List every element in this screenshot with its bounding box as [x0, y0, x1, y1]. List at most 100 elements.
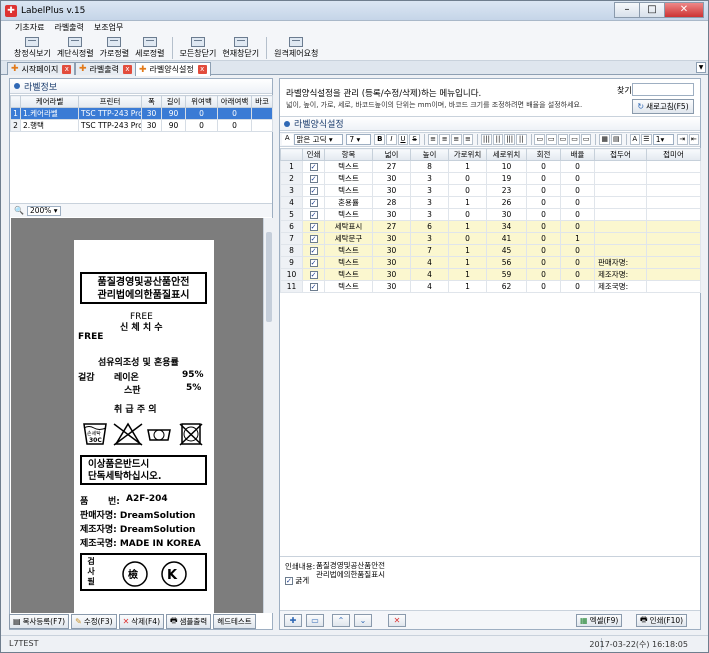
print-content-text[interactable]: 품질경영및공산품안전 관리법에의한품질표시 — [316, 561, 385, 579]
italic-button[interactable]: I — [386, 134, 397, 145]
font-size-select[interactable]: 7 ▾ — [346, 134, 372, 145]
checkbox-checked-icon[interactable]: ✓ — [309, 247, 318, 255]
col-print[interactable]: 인쇄 — [302, 148, 325, 161]
table-row[interactable]: 6 ✓ 세탁표시 27 6 1 34 0 0 — [280, 220, 701, 233]
excel-button[interactable]: ▦ 엑셀(F9) — [576, 614, 623, 627]
col-rotation[interactable]: 회전 — [526, 148, 561, 161]
layout-4-icon[interactable]: ▭ — [569, 134, 580, 145]
maximize-button[interactable]: □ — [639, 2, 665, 18]
col-y-pos[interactable]: 세로위치 — [486, 148, 527, 161]
col-bottom-margin[interactable]: 아래여백 — [217, 95, 252, 108]
copy-register-button[interactable]: ▤ 복사등록(F7) — [9, 614, 70, 629]
barcode-3-icon[interactable]: ||| — [504, 134, 515, 145]
line-icon[interactable]: ☰ — [641, 134, 652, 145]
delete-button[interactable]: ✕ 삭제(F4) — [118, 614, 165, 629]
text-style-icon[interactable]: A — [629, 134, 641, 145]
col-item[interactable]: 항목 — [324, 148, 373, 161]
barcode-2-icon[interactable]: || — [492, 134, 504, 145]
checkbox-checked-icon[interactable]: ✓ — [309, 223, 318, 231]
layout-3-icon[interactable]: ▭ — [557, 134, 569, 145]
print-checkbox[interactable]: ✓ — [302, 256, 325, 269]
col-barcode[interactable]: 바코 — [251, 95, 273, 108]
print-checkbox[interactable]: ✓ — [302, 208, 325, 221]
checkbox-checked-icon[interactable]: ✓ — [309, 175, 318, 183]
checkbox-checked-icon[interactable]: ✓ — [309, 283, 318, 291]
table-row[interactable]: 5 ✓ 텍스트 30 3 0 30 0 0 — [280, 208, 701, 221]
close-tab-icon[interactable]: x — [197, 65, 207, 74]
col-suffix[interactable]: 접미어 — [646, 148, 701, 161]
bold-checkbox[interactable]: ✓ 굵게 — [285, 575, 309, 586]
print-checkbox[interactable]: ✓ — [302, 196, 325, 209]
add-row-button[interactable]: ✚ — [284, 614, 302, 627]
print-checkbox[interactable]: ✓ — [302, 244, 325, 257]
checkbox-checked-icon[interactable]: ✓ — [309, 187, 318, 195]
print-checkbox[interactable]: ✓ — [302, 172, 325, 185]
cascade-button[interactable]: 계단식정렬 — [54, 35, 97, 61]
table-row[interactable]: 2 ✓ 텍스트 30 3 0 19 0 0 — [280, 172, 701, 185]
close-all-button[interactable]: 모든창닫기 — [177, 35, 220, 61]
col-top-margin[interactable]: 위여백 — [185, 95, 218, 108]
checkbox-checked-icon[interactable]: ✓ — [309, 259, 318, 267]
col-care-label[interactable]: 케어라벨 — [20, 95, 79, 108]
bold-button[interactable]: B — [374, 134, 386, 145]
move-up-button[interactable]: ⌃ — [332, 614, 350, 627]
table-row[interactable]: 10 ✓ 텍스트 30 4 1 59 0 0 제조자명: — [280, 268, 701, 281]
table-row[interactable]: 3 ✓ 텍스트 30 3 0 23 0 0 — [280, 184, 701, 197]
checkbox-checked-icon[interactable]: ✓ — [309, 235, 318, 243]
tab-label-print[interactable]: ✚ 라벨출력 x — [75, 62, 136, 75]
barcode-icon[interactable]: ||| — [481, 134, 492, 145]
col-width[interactable]: 넓이 — [372, 148, 411, 161]
align-left-icon[interactable]: ≡ — [427, 134, 439, 145]
font-select[interactable]: 맑은 고딕 ▾ — [293, 134, 344, 145]
align-right-icon[interactable]: ≡ — [450, 134, 462, 145]
col-width[interactable]: 폭 — [141, 95, 162, 108]
table-row[interactable]: 11 ✓ 텍스트 30 4 1 62 0 0 제조국명: — [280, 280, 701, 293]
tab-start-page[interactable]: ✚ 시작페이지 x — [7, 62, 76, 75]
scale-select[interactable]: 1 ▾ — [652, 134, 674, 145]
print-checkbox[interactable]: ✓ — [302, 184, 325, 197]
checkbox-checked-icon[interactable]: ✓ — [285, 576, 293, 585]
print-checkbox[interactable]: ✓ — [302, 220, 325, 233]
layout-5-icon[interactable]: ▭ — [580, 134, 592, 145]
print-checkbox[interactable]: ✓ — [302, 232, 325, 245]
align-justify-icon[interactable]: ≡ — [462, 134, 474, 145]
print-checkbox[interactable]: ✓ — [302, 280, 325, 293]
strike-button[interactable]: S — [409, 134, 420, 145]
tile-horizontal-button[interactable]: 가로정렬 — [97, 35, 132, 61]
grid-icon[interactable]: ▦ — [599, 134, 610, 145]
close-tab-icon[interactable]: x — [123, 64, 132, 74]
window-normal-button[interactable]: 창정식보기 — [11, 35, 54, 61]
col-x-pos[interactable]: 가로위치 — [448, 148, 487, 161]
layout-1-icon[interactable]: ▭ — [534, 134, 546, 145]
table-row[interactable]: 7 ✓ 세탁문구 30 3 0 41 0 1 — [280, 232, 701, 245]
zoom-select[interactable]: 200% ▾ — [26, 205, 61, 216]
table-row[interactable]: 4 ✓ 혼용률 28 3 1 26 0 0 — [280, 196, 701, 209]
checkbox-checked-icon[interactable]: ✓ — [309, 271, 318, 279]
sample-print-button[interactable]: 🖶 샘플출력 — [166, 614, 212, 629]
remote-control-button[interactable]: 원격제어요청 — [271, 35, 321, 61]
underline-button[interactable]: U — [397, 134, 409, 145]
barcode-4-icon[interactable]: || — [515, 134, 527, 145]
refresh-button[interactable]: ↻ 새로고침(F5) — [632, 99, 694, 114]
close-current-button[interactable]: 현재창닫기 — [219, 35, 262, 61]
menu-aux-work[interactable]: 보조업무 — [94, 21, 123, 35]
edit-button[interactable]: ✎ 수정(F3) — [71, 614, 117, 629]
checkbox-checked-icon[interactable]: ✓ — [309, 163, 318, 171]
layout-2-icon[interactable]: ▭ — [546, 134, 557, 145]
tile-vertical-button[interactable]: 세로정렬 — [132, 35, 167, 61]
table-row[interactable]: 2 2.행택 TSC TTP-243 Pro 30 90 0 0 — [10, 119, 273, 132]
print-checkbox[interactable]: ✓ — [302, 268, 325, 281]
col-scale[interactable]: 배율 — [560, 148, 595, 161]
checkbox-checked-icon[interactable]: ✓ — [309, 199, 318, 207]
table-row[interactable]: 9 ✓ 텍스트 30 4 1 56 0 0 판매자명: — [280, 256, 701, 269]
table-row[interactable]: 1 ✓ 텍스트 27 8 1 10 0 0 — [280, 160, 701, 173]
tab-dropdown-icon[interactable]: ▼ — [696, 62, 706, 73]
wrap-icon[interactable]: ⇥ — [676, 134, 688, 145]
move-down-button[interactable]: ⌄ — [354, 614, 372, 627]
col-length[interactable]: 길이 — [161, 95, 186, 108]
align-center-icon[interactable]: ≡ — [439, 134, 450, 145]
col-printer[interactable]: 프린터 — [78, 95, 142, 108]
table-icon[interactable]: ▤ — [610, 134, 622, 145]
delete-row-button[interactable]: ✕ — [388, 614, 406, 627]
table-row[interactable]: 8 ✓ 텍스트 30 7 1 45 0 0 — [280, 244, 701, 257]
